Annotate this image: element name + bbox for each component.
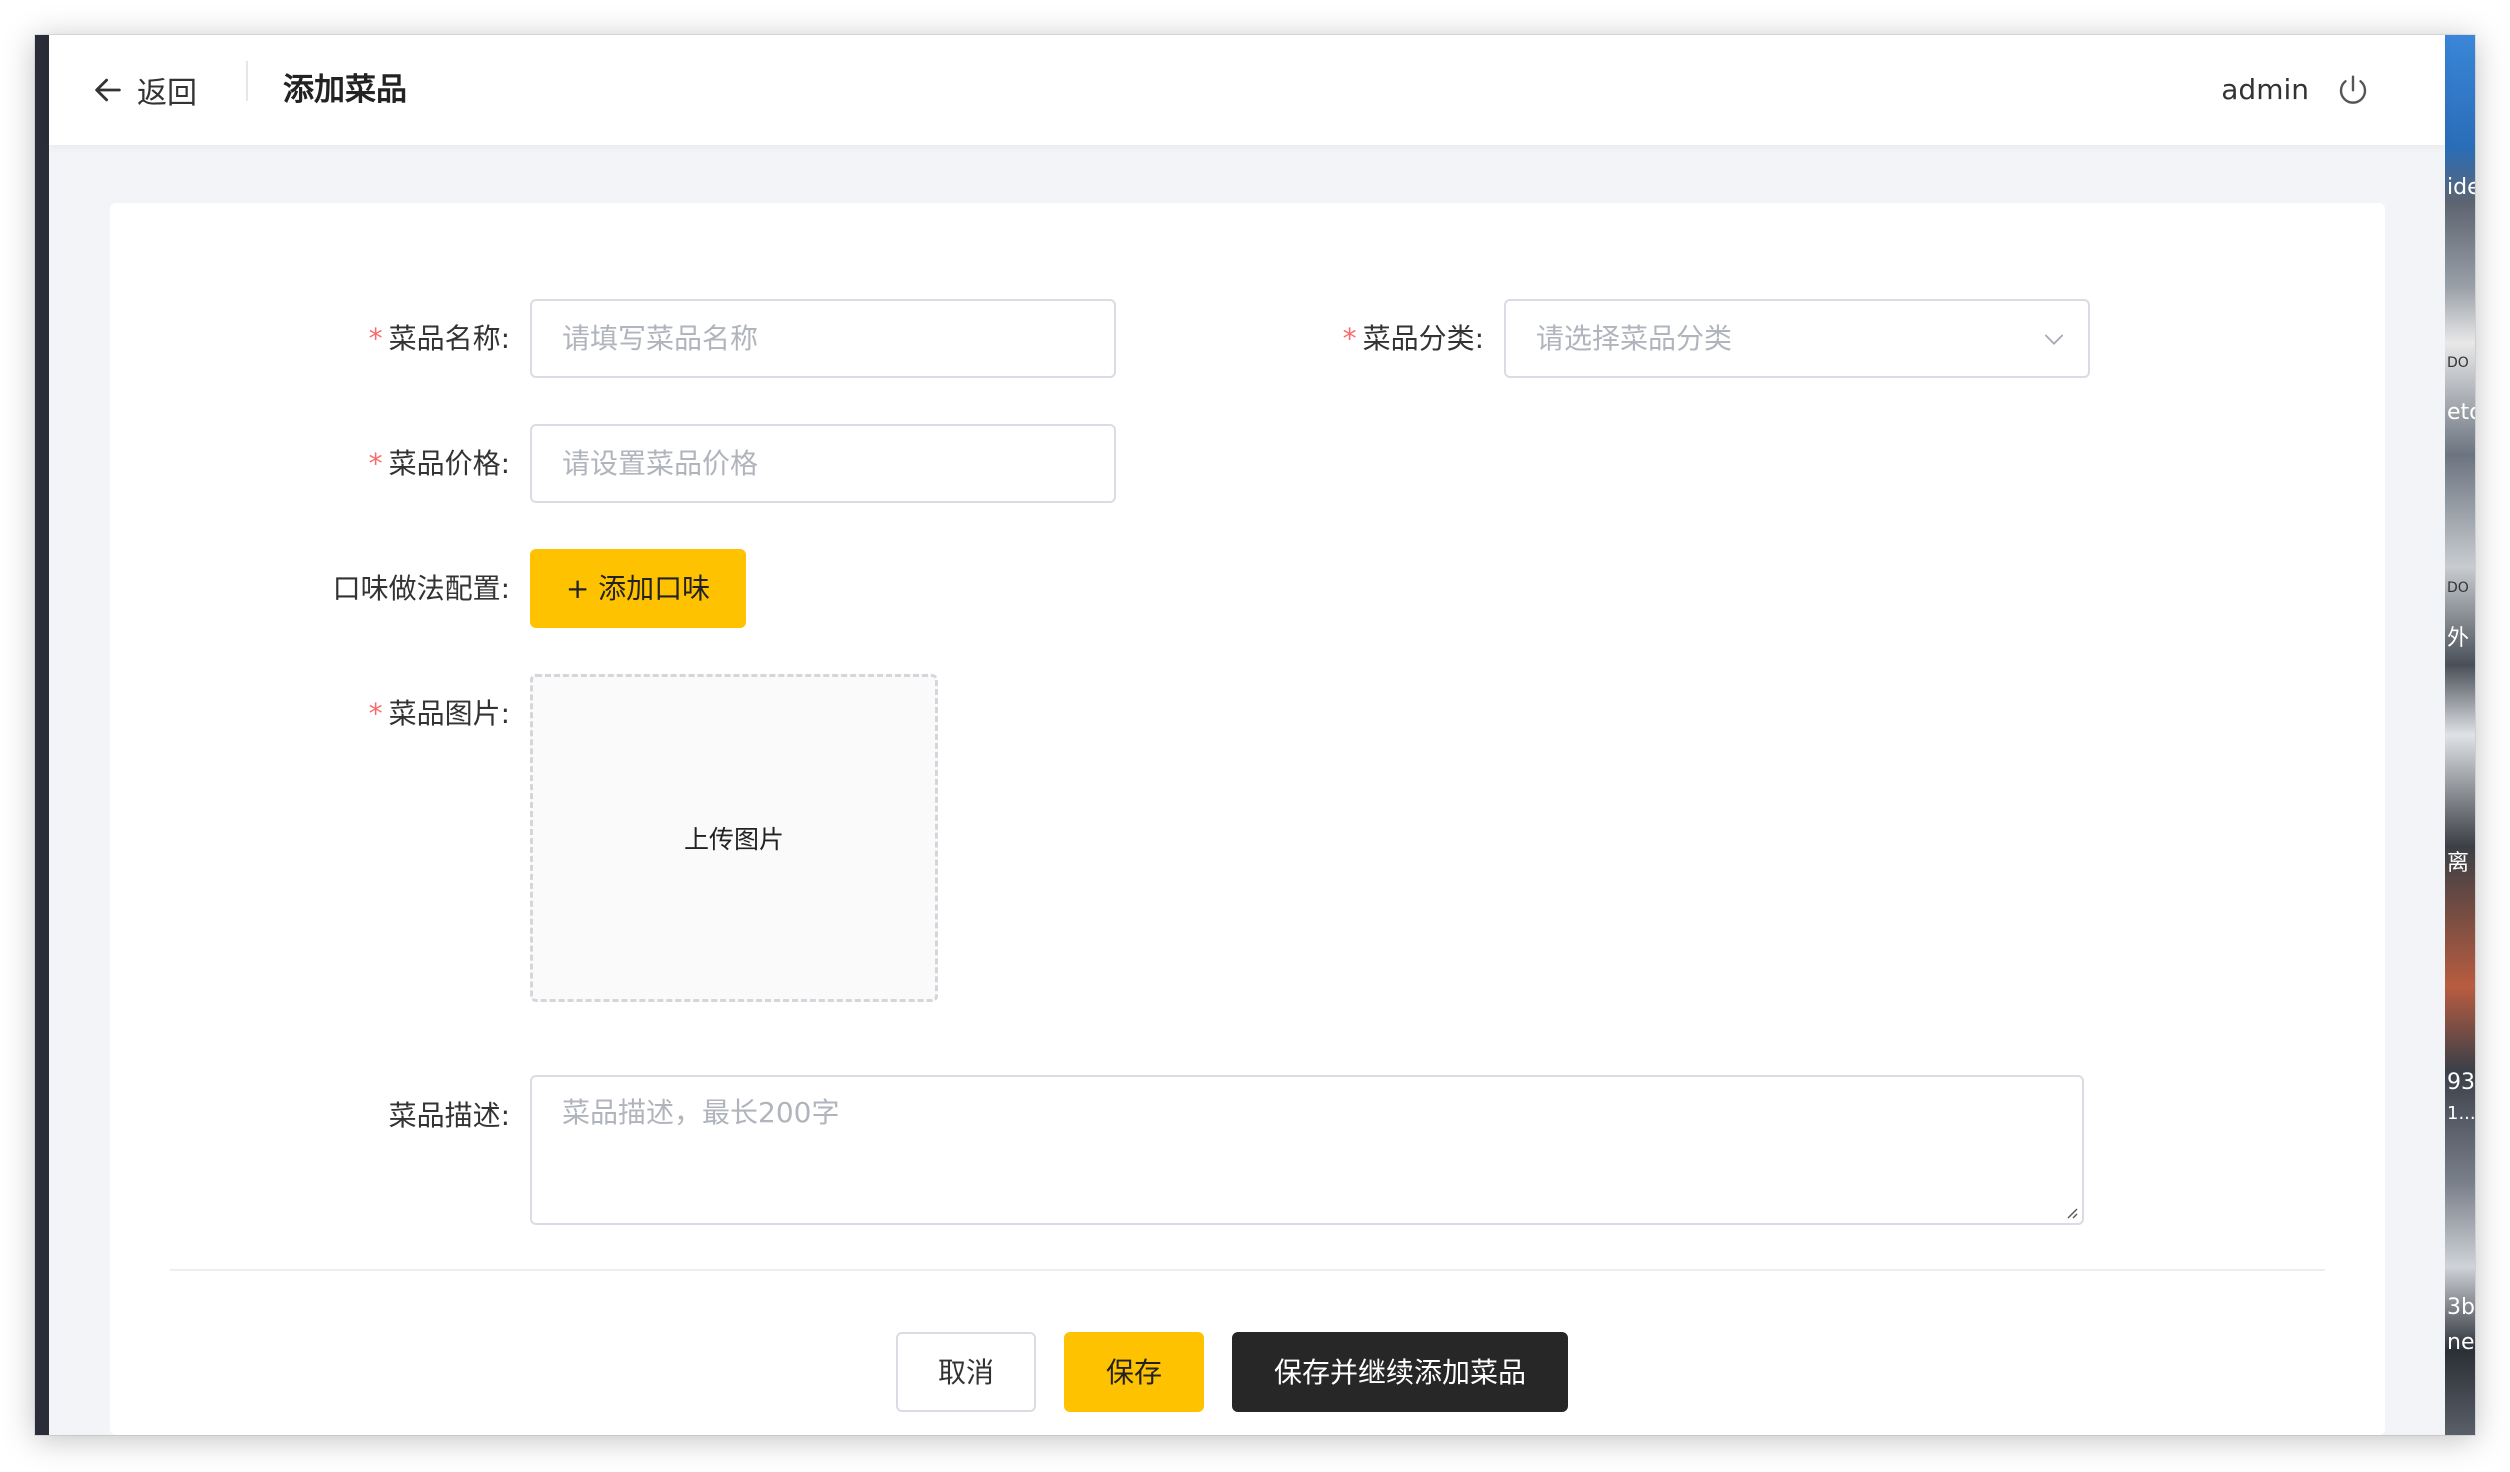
- back-button[interactable]: 返回: [91, 63, 197, 117]
- save-button[interactable]: 保存: [1064, 1332, 1204, 1412]
- background-text-fragment: 93: [2447, 1070, 2475, 1095]
- resize-handle-icon[interactable]: [2062, 1203, 2078, 1219]
- background-text-fragment: ne: [2447, 1330, 2475, 1355]
- required-star: *: [368, 322, 383, 355]
- page-title: 添加菜品: [283, 72, 407, 108]
- dish-category-label: * 菜品分类:: [1342, 322, 1484, 355]
- username: admin: [2221, 73, 2309, 106]
- image-upload-area[interactable]: 上传图片: [530, 674, 938, 1002]
- form-divider: [170, 1269, 2325, 1271]
- required-star: *: [1342, 322, 1357, 355]
- background-text-fragment: ide: [2447, 175, 2475, 200]
- dish-image-label: * 菜品图片:: [368, 697, 510, 730]
- power-icon[interactable]: [2335, 73, 2371, 109]
- dish-category-select[interactable]: 请选择菜品分类: [1504, 299, 2090, 378]
- required-star: *: [368, 447, 383, 480]
- back-label: 返回: [137, 76, 197, 111]
- sidebar-edge: [35, 35, 49, 1435]
- dish-description-label: 菜品描述:: [388, 1099, 510, 1132]
- background-text-fragment: 1...: [2447, 1103, 2475, 1124]
- dish-name-input[interactable]: 请填写菜品名称: [530, 299, 1116, 378]
- dish-name-label: * 菜品名称:: [368, 322, 510, 355]
- background-text-fragment: 离: [2447, 851, 2470, 876]
- background-text-fragment: 外: [2447, 626, 2470, 651]
- upload-label: 上传图片: [683, 825, 784, 854]
- dish-category-placeholder: 请选择菜品分类: [1536, 322, 1733, 355]
- chevron-down-icon: [2044, 334, 2064, 345]
- dish-description-textarea[interactable]: 菜品描述，最长200字: [530, 1075, 2084, 1225]
- background-desktop-strip: [2445, 35, 2475, 1435]
- flavor-config-label: 口味做法配置:: [332, 572, 510, 605]
- description-placeholder: 菜品描述，最长200字: [562, 1096, 840, 1129]
- top-header: 返回 添加菜品 admin: [49, 35, 2445, 145]
- dish-price-label: * 菜品价格:: [368, 447, 510, 480]
- add-flavor-button[interactable]: + 添加口味: [530, 549, 746, 628]
- background-text-fragment: DO: [2447, 580, 2469, 596]
- background-text-fragment: 3b: [2447, 1295, 2475, 1320]
- dish-price-input[interactable]: 请设置菜品价格: [530, 424, 1116, 503]
- arrow-left-icon: [95, 78, 121, 102]
- header-divider: [246, 61, 248, 101]
- background-text-fragment: DO: [2447, 355, 2469, 371]
- cancel-button[interactable]: 取消: [896, 1332, 1036, 1412]
- required-star: *: [368, 697, 383, 730]
- save-and-continue-button[interactable]: 保存并继续添加菜品: [1232, 1332, 1568, 1412]
- form-card: * 菜品名称: 请填写菜品名称 * 菜品分类: 请选择菜品分类 * 菜品价格: 请设置…: [110, 203, 2385, 1435]
- browser-window: ide DO eto DO 外 离 93 1... 3b ne 返回 添加菜品 …: [35, 35, 2475, 1435]
- background-text-fragment: eto: [2447, 400, 2475, 425]
